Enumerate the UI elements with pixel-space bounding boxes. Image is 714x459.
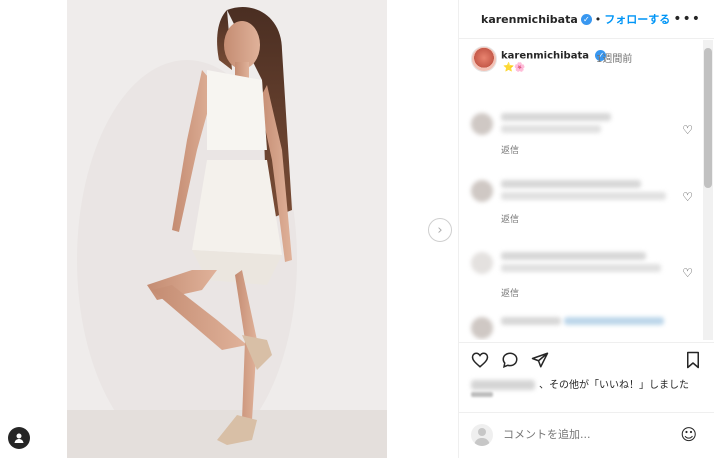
comment-text-blurred <box>501 113 611 121</box>
verified-badge-icon: ✓ <box>580 13 592 25</box>
comments-list: 返信 ♡ 返信 ♡ 返信 ♡ <box>459 95 703 340</box>
comment-text-blurred <box>564 317 664 325</box>
comment-text-blurred <box>501 192 666 200</box>
comment-avatar[interactable] <box>471 252 493 274</box>
post-sidebar: karenmichibata ✓ • フォローする ••• karenmichi… <box>458 0 714 458</box>
comment-text-blurred <box>501 125 601 133</box>
likes-text[interactable]: 、その他が「いいね！」しました <box>539 380 689 391</box>
person-icon <box>14 433 24 443</box>
current-user-avatar <box>471 424 493 446</box>
emoji-icon[interactable]: ☺ <box>680 425 697 444</box>
header-username[interactable]: karenmichibata <box>481 13 578 26</box>
action-bar <box>459 342 714 377</box>
more-options-icon[interactable]: ••• <box>673 11 701 27</box>
comment-text-blurred <box>501 264 661 272</box>
caption-emoji: ⭐🌸 <box>503 63 526 73</box>
comment-text-blurred <box>501 252 646 260</box>
reply-button[interactable]: 返信 <box>501 286 519 299</box>
like-heart-icon[interactable] <box>471 351 489 373</box>
post-media-pane: › <box>0 0 458 458</box>
paper-plane-icon <box>531 352 549 368</box>
comment-outline-icon <box>502 352 518 368</box>
caption-username-text: karenmichibata <box>501 50 589 62</box>
user-profile-icon[interactable] <box>8 427 30 449</box>
scrollbar-thumb[interactable] <box>704 48 712 188</box>
share-send-icon[interactable] <box>531 351 549 373</box>
default-avatar-icon <box>474 428 490 446</box>
bookmark-icon[interactable] <box>685 351 701 373</box>
photo-illustration <box>67 0 387 458</box>
comment-text-blurred <box>501 180 641 188</box>
heart-icon[interactable]: ♡ <box>682 123 693 137</box>
caption-avatar[interactable] <box>471 46 497 72</box>
heart-icon[interactable]: ♡ <box>682 266 693 280</box>
scrollbar[interactable] <box>703 40 713 340</box>
heart-outline-icon <box>471 352 489 368</box>
comment-text-blurred <box>501 317 561 325</box>
comment-item: 返信 ♡ <box>469 180 695 240</box>
post-photo[interactable] <box>67 0 387 458</box>
comment-input[interactable] <box>503 428 653 441</box>
comment-avatar[interactable] <box>471 180 493 202</box>
next-arrow-icon[interactable]: › <box>428 218 452 242</box>
caption-username[interactable]: karenmichibata ✓ <box>501 50 607 62</box>
comment-item: 返信 ♡ <box>469 252 695 312</box>
comment-bubble-icon[interactable] <box>501 351 519 373</box>
bookmark-outline-icon <box>687 351 699 369</box>
caption-timestamp: 1週間前 <box>596 54 633 65</box>
liker-names-blurred[interactable] <box>471 380 535 390</box>
header-separator: • <box>594 12 602 26</box>
post-header: karenmichibata ✓ • フォローする ••• <box>459 0 714 39</box>
heart-icon[interactable]: ♡ <box>682 190 693 204</box>
comment-avatar[interactable] <box>471 113 493 135</box>
post-date <box>471 392 511 398</box>
post-date-blurred <box>471 392 493 397</box>
follow-button[interactable]: フォローする <box>604 11 670 27</box>
comment-item <box>469 317 695 340</box>
likes-summary: 、その他が「いいね！」しました <box>471 376 711 391</box>
reply-button[interactable]: 返信 <box>501 212 519 225</box>
comment-avatar[interactable] <box>471 317 493 339</box>
comment-item: 返信 ♡ <box>469 113 695 173</box>
reply-button[interactable]: 返信 <box>501 143 519 156</box>
add-comment-bar: ☺ <box>459 412 714 459</box>
